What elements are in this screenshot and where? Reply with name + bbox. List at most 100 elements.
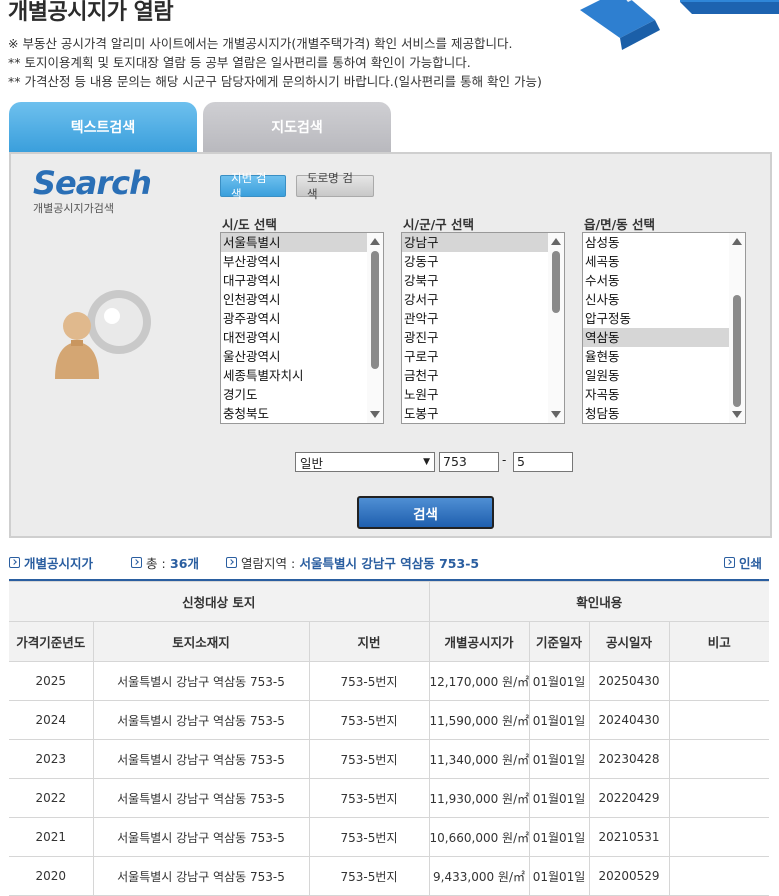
dong-option[interactable]: 역삼동 <box>583 328 730 347</box>
table-cell: 753-5번지 <box>308 739 430 779</box>
search-logo-subtitle: 개별공시지가검색 <box>33 202 114 215</box>
land-type-select[interactable]: 일반 ▼ <box>295 452 435 472</box>
dong-option[interactable]: 자곡동 <box>583 385 730 404</box>
sido-option[interactable]: 부산광역시 <box>221 252 368 271</box>
sigungu-option[interactable]: 강북구 <box>402 271 549 290</box>
sido-option[interactable]: 충청북도 <box>221 404 368 423</box>
table-cell: 753-5번지 <box>308 778 430 818</box>
table-cell <box>668 700 770 740</box>
user-search-illustration <box>55 290 151 379</box>
print-button[interactable]: 인쇄 <box>724 553 762 572</box>
column-header-row: 가격기준년도 토지소재지 지번 개별공시지가 기준일자 공시일자 비고 <box>9 621 770 662</box>
scroll-down-icon[interactable] <box>551 411 561 418</box>
table-cell: 2024 <box>9 700 94 740</box>
table-cell: 01월01일 <box>528 700 590 740</box>
sigungu-listbox[interactable]: 강남구 강동구 강북구 강서구 관악구 광진구 구로구 금천구 노원구 도봉구 <box>401 232 565 424</box>
sigungu-option[interactable]: 도봉구 <box>402 404 549 423</box>
table-cell: 2023 <box>9 739 94 779</box>
table-cell: 20230428 <box>588 739 670 779</box>
dong-option[interactable]: 일원동 <box>583 366 730 385</box>
table-cell: 2020 <box>9 856 94 896</box>
table-cell: 2021 <box>9 817 94 857</box>
table-cell: 01월01일 <box>528 778 590 818</box>
dong-option[interactable]: 청담동 <box>583 404 730 423</box>
dong-option[interactable]: 삼성동 <box>583 233 730 252</box>
sido-option[interactable]: 대구광역시 <box>221 271 368 290</box>
dong-label: 읍/면/동 선택 <box>584 217 655 232</box>
sido-option[interactable]: 인천광역시 <box>221 290 368 309</box>
table-row: 2024 서울특별시 강남구 역삼동 753-5 753-5번지 11,590,000… <box>9 700 770 740</box>
table-row: 2020 서울특별시 강남구 역삼동 753-5 753-5번지 9,433,000 … <box>9 856 770 896</box>
result-info-bar: 개별공시지가 총 : 36개 열람지역 : 서울특별시 강남구 역삼동 753-… <box>0 553 779 571</box>
group-header-confirmation: 확인내용 <box>428 581 770 622</box>
dong-listbox[interactable]: 삼성동 세곡동 수서동 신사동 압구정동 역삼동 율현동 일원동 자곡동 청담동 <box>582 232 746 424</box>
bonbun-input[interactable]: 753 <box>439 452 499 472</box>
sido-option[interactable]: 울산광역시 <box>221 347 368 366</box>
sido-option[interactable]: 서울특별시 <box>221 233 368 252</box>
print-icon <box>724 557 735 568</box>
land-type-value: 일반 <box>300 455 324 471</box>
sigungu-option[interactable]: 금천구 <box>402 366 549 385</box>
table-cell: 9,433,000 원/㎡ <box>428 856 530 896</box>
sigungu-option[interactable]: 관악구 <box>402 309 549 328</box>
table-row: 2022 서울특별시 강남구 역삼동 753-5 753-5번지 11,930,000… <box>9 778 770 818</box>
table-cell: 753-5번지 <box>308 700 430 740</box>
tab-map-search[interactable]: 지도검색 <box>203 102 391 152</box>
scroll-up-icon[interactable] <box>370 238 380 245</box>
table-row: 2021 서울특별시 강남구 역삼동 753-5 753-5번지 10,660,000… <box>9 817 770 857</box>
road-name-search-button[interactable]: 도로명 검색 <box>296 171 374 201</box>
sigungu-option[interactable]: 구로구 <box>402 347 549 366</box>
jibun-search-button[interactable]: 지번 검색 <box>220 171 286 201</box>
sigungu-option[interactable]: 광진구 <box>402 328 549 347</box>
dong-option[interactable]: 수서동 <box>583 271 730 290</box>
sigungu-option[interactable]: 강남구 <box>402 233 549 252</box>
dong-option[interactable]: 신사동 <box>583 290 730 309</box>
total-count: 총 : 36개 <box>131 553 199 572</box>
sido-option[interactable]: 대전광역시 <box>221 328 368 347</box>
sido-option[interactable]: 경기도 <box>221 385 368 404</box>
table-cell: 11,590,000 원/㎡ <box>428 700 530 740</box>
table-cell: 753-5번지 <box>308 817 430 857</box>
table-cell <box>668 856 770 896</box>
sido-scrollbar[interactable] <box>367 233 383 423</box>
scroll-down-icon[interactable] <box>370 411 380 418</box>
sigungu-option[interactable]: 노원구 <box>402 385 549 404</box>
dong-scrollbar[interactable] <box>729 233 745 423</box>
scroll-thumb[interactable] <box>371 251 379 369</box>
scroll-thumb[interactable] <box>733 295 741 407</box>
scroll-up-icon[interactable] <box>732 238 742 245</box>
sido-option[interactable]: 세종특별자치시 <box>221 366 368 385</box>
table-cell: 20240430 <box>588 700 670 740</box>
sido-listbox[interactable]: 서울특별시 부산광역시 대구광역시 인천광역시 광주광역시 대전광역시 울산광역시 세종특별자… <box>220 232 384 424</box>
column-header: 기준일자 <box>528 621 590 662</box>
dong-option[interactable]: 세곡동 <box>583 252 730 271</box>
tab-text-search[interactable]: 텍스트검색 <box>9 102 197 152</box>
table-cell: 01월01일 <box>528 661 590 701</box>
bubun-input[interactable]: 5 <box>513 452 573 472</box>
table-row: 2023 서울특별시 강남구 역삼동 753-5 753-5번지 11,340,000… <box>9 739 770 779</box>
menu-link[interactable]: 개별공시지가 <box>9 553 93 572</box>
table-cell: 12,170,000 원/㎡ <box>428 661 530 701</box>
sido-option[interactable]: 광주광역시 <box>221 309 368 328</box>
table-cell <box>668 778 770 818</box>
column-header: 지번 <box>308 621 430 662</box>
table-cell: 서울특별시 강남구 역삼동 753-5 <box>92 778 310 818</box>
scroll-down-icon[interactable] <box>732 411 742 418</box>
dong-option[interactable]: 율현동 <box>583 347 730 366</box>
dong-option[interactable]: 압구정동 <box>583 309 730 328</box>
table-cell: 20250430 <box>588 661 670 701</box>
sigungu-option[interactable]: 강동구 <box>402 252 549 271</box>
table-row: 2025 서울특별시 강남구 역삼동 753-5 753-5번지 12,170,000… <box>9 661 770 701</box>
table-cell <box>668 817 770 857</box>
column-header: 토지소재지 <box>92 621 310 662</box>
table-cell: 서울특별시 강남구 역삼동 753-5 <box>92 739 310 779</box>
table-cell: 10,660,000 원/㎡ <box>428 817 530 857</box>
scroll-thumb[interactable] <box>552 251 560 313</box>
notice-list: ※ 부동산 공시가격 알리미 사이트에서는 개별공시지가(개별주택가격) 확인 … <box>8 34 542 91</box>
result-table: 신청대상 토지 확인내용 가격기준년도 토지소재지 지번 개별공시지가 기준일자 공시일자… <box>9 581 770 896</box>
sigungu-scrollbar[interactable] <box>548 233 564 423</box>
search-button[interactable]: 검색 <box>357 496 494 529</box>
table-body: 2025 서울특별시 강남구 역삼동 753-5 753-5번지 12,170,000… <box>9 661 770 896</box>
sigungu-option[interactable]: 강서구 <box>402 290 549 309</box>
scroll-up-icon[interactable] <box>551 238 561 245</box>
